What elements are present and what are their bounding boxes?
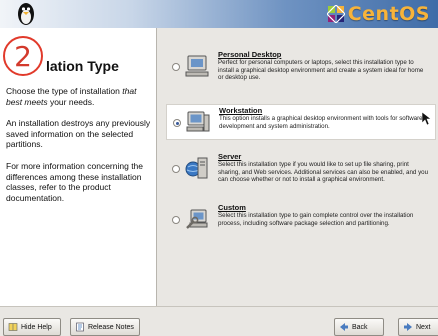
brand-logo: CentOS — [326, 3, 430, 25]
workstation-computer-icon — [186, 111, 210, 132]
help-paragraph-3: For more information concerning the diff… — [6, 161, 144, 203]
option-description: This option installs a graphical desktop… — [219, 115, 423, 130]
radio-workstation[interactable] — [173, 119, 181, 127]
radio-personal-desktop[interactable] — [172, 63, 180, 71]
radio-server[interactable] — [172, 165, 180, 173]
next-label: Next — [416, 323, 431, 331]
radio-custom[interactable] — [172, 216, 180, 224]
option-title: Custom — [218, 203, 246, 212]
back-button[interactable]: Back — [334, 318, 384, 336]
installation-type-options: Personal Desktop Perfect for personal co… — [158, 28, 438, 306]
option-custom[interactable]: Custom Select this installation type to … — [166, 202, 436, 238]
installer-window: CentOS lation Type Choose the type of in… — [0, 0, 438, 336]
os-mascot-icon — [18, 3, 34, 25]
next-arrow-icon — [404, 323, 412, 331]
option-description: Select this installation type to gain co… — [218, 212, 414, 227]
help-paragraph-2: An installation destroys any previously … — [6, 118, 151, 150]
next-button[interactable]: Next — [398, 318, 438, 336]
back-arrow-icon — [340, 323, 348, 331]
option-title: Workstation — [219, 106, 263, 115]
option-description: Select this installation type if you wou… — [218, 161, 429, 184]
option-description: Perfect for personal computers or laptop… — [218, 59, 424, 82]
desktop-computer-icon — [185, 55, 209, 77]
option-personal-desktop[interactable]: Personal Desktop Perfect for personal co… — [166, 49, 436, 85]
step-number-badge: 2 — [3, 36, 43, 76]
hide-help-button[interactable]: Hide Help — [3, 318, 61, 336]
hide-help-label: Hide Help — [21, 323, 52, 331]
centos-mark-icon — [326, 5, 345, 23]
server-icon — [185, 157, 208, 179]
bottom-button-bar: Hide Help Release Notes Back Next — [0, 306, 438, 336]
release-notes-label: Release Notes — [88, 323, 134, 331]
release-notes-button[interactable]: Release Notes — [70, 318, 140, 336]
help-paragraph-1-suffix: your needs. — [49, 96, 95, 107]
option-workstation[interactable]: Workstation This option installs a graph… — [166, 104, 436, 140]
header-banner: CentOS — [0, 0, 438, 28]
help-paragraph-1-prefix: Choose the type of installation — [6, 86, 120, 96]
help-book-icon — [8, 323, 18, 331]
help-paragraph-1: Choose the type of installation that bes… — [6, 86, 152, 107]
option-title: Server — [218, 152, 242, 161]
option-title: Personal Desktop — [218, 50, 282, 59]
help-title: lation Type — [46, 58, 119, 74]
release-notes-icon — [76, 322, 84, 332]
option-server[interactable]: Server Select this installation type if … — [166, 151, 436, 187]
custom-wrench-icon — [186, 209, 208, 229]
back-label: Back — [352, 323, 368, 331]
mouse-pointer-icon — [422, 112, 432, 126]
brand-text: CentOS — [347, 3, 430, 25]
